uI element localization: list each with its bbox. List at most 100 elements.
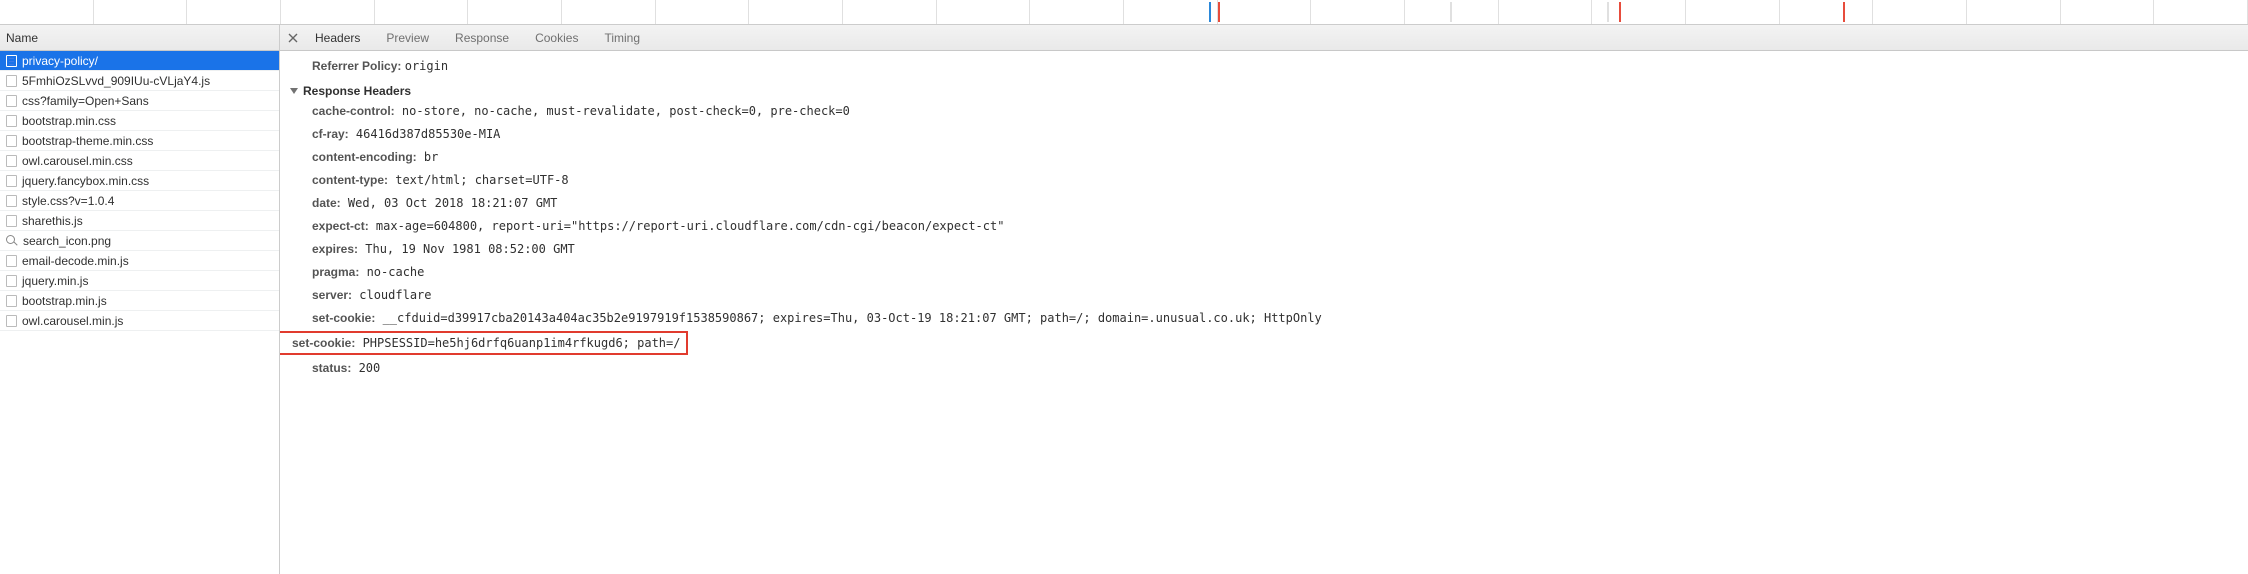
timeline-cell — [0, 0, 94, 24]
timeline-cell — [1686, 0, 1780, 24]
timeline-cell — [843, 0, 937, 24]
request-name: bootstrap.min.js — [22, 294, 107, 308]
header-row: status: 200 — [290, 357, 2238, 380]
request-row[interactable]: sharethis.js — [0, 211, 279, 231]
request-list[interactable]: privacy-policy/5FmhiOzSLvvd_909IUu-cVLja… — [0, 51, 279, 574]
request-row[interactable]: bootstrap.min.css — [0, 111, 279, 131]
timeline-cell — [1311, 0, 1405, 24]
request-row[interactable]: style.css?v=1.0.4 — [0, 191, 279, 211]
header-row: date: Wed, 03 Oct 2018 18:21:07 GMT — [290, 192, 2238, 215]
details-tabs: Headers Preview Response Cookies Timing — [280, 25, 2248, 51]
request-name: owl.carousel.min.js — [22, 314, 123, 328]
header-row: content-encoding: br — [290, 146, 2238, 169]
timeline-mark — [1450, 2, 1452, 22]
tab-timing[interactable]: Timing — [593, 25, 651, 51]
request-name: privacy-policy/ — [22, 54, 98, 68]
timeline-cell — [187, 0, 281, 24]
tab-headers[interactable]: Headers — [304, 25, 371, 51]
request-row[interactable]: privacy-policy/ — [0, 51, 279, 71]
request-row[interactable]: email-decode.min.js — [0, 251, 279, 271]
header-row: content-type: text/html; charset=UTF-8 — [290, 169, 2238, 192]
timeline-cell — [1218, 0, 1312, 24]
timeline-cell — [94, 0, 188, 24]
timeline-cell — [656, 0, 750, 24]
name-column-header[interactable]: Name — [0, 25, 279, 51]
header-name: status: — [312, 361, 351, 375]
file-icon — [6, 135, 17, 147]
header-row: expect-ct: max-age=604800, report-uri="h… — [290, 215, 2238, 238]
header-row: cf-ray: 46416d387d85530e-MIA — [290, 123, 2238, 146]
header-name: content-type: — [312, 173, 388, 187]
request-name: jquery.fancybox.min.css — [22, 174, 149, 188]
header-row: Referrer Policy: origin — [290, 55, 2238, 78]
file-icon — [6, 295, 17, 307]
request-name: css?family=Open+Sans — [22, 94, 149, 108]
timeline-cell — [1967, 0, 2061, 24]
header-value: br — [417, 150, 439, 164]
request-row[interactable]: owl.carousel.min.js — [0, 311, 279, 331]
request-row[interactable]: jquery.fancybox.min.css — [0, 171, 279, 191]
request-row[interactable]: jquery.min.js — [0, 271, 279, 291]
header-name: expires: — [312, 242, 358, 256]
timeline-mark — [1607, 2, 1609, 22]
request-name: bootstrap.min.css — [22, 114, 116, 128]
file-icon — [6, 195, 17, 207]
file-icon — [6, 55, 17, 67]
headers-content[interactable]: Referrer Policy: origin Response Headers… — [280, 51, 2248, 574]
timeline-cell — [1499, 0, 1593, 24]
header-value: no-store, no-cache, must-revalidate, pos… — [395, 104, 850, 118]
main-container: Name privacy-policy/5FmhiOzSLvvd_909IUu-… — [0, 25, 2248, 574]
timeline-mark — [1209, 2, 1211, 22]
timeline-cell — [2061, 0, 2155, 24]
header-value: __cfduid=d39917cba20143a404ac35b2e919791… — [375, 311, 1321, 325]
header-value: Wed, 03 Oct 2018 18:21:07 GMT — [341, 196, 558, 210]
request-row[interactable]: search_icon.png — [0, 231, 279, 251]
header-name: set-cookie: — [292, 336, 355, 350]
request-row[interactable]: owl.carousel.min.css — [0, 151, 279, 171]
header-value: text/html; charset=UTF-8 — [388, 173, 569, 187]
file-icon — [6, 215, 17, 227]
section-toggle[interactable]: Response Headers — [290, 82, 2238, 100]
header-name: pragma: — [312, 265, 359, 279]
timeline-cell — [749, 0, 843, 24]
header-value: PHPSESSID=he5hj6drfq6uanp1im4rfkugd6; pa… — [355, 336, 680, 350]
request-row[interactable]: bootstrap.min.js — [0, 291, 279, 311]
details-panel: Headers Preview Response Cookies Timing … — [280, 25, 2248, 574]
timeline-cell — [281, 0, 375, 24]
request-name: jquery.min.js — [22, 274, 88, 288]
tab-preview[interactable]: Preview — [375, 25, 440, 51]
header-value: max-age=604800, report-uri="https://repo… — [369, 219, 1005, 233]
network-timeline[interactable] — [0, 0, 2248, 25]
file-icon — [6, 155, 17, 167]
request-name: sharethis.js — [22, 214, 83, 228]
chevron-down-icon — [290, 88, 298, 94]
magnifier-icon — [6, 235, 18, 247]
request-name: email-decode.min.js — [22, 254, 129, 268]
tab-cookies[interactable]: Cookies — [524, 25, 589, 51]
timeline-cell — [937, 0, 1031, 24]
header-name: expect-ct: — [312, 219, 369, 233]
header-row: set-cookie: __cfduid=d39917cba20143a404a… — [290, 307, 2238, 330]
header-name: date: — [312, 196, 341, 210]
header-value: no-cache — [359, 265, 424, 279]
request-name: owl.carousel.min.css — [22, 154, 133, 168]
section-title-text: Response Headers — [303, 84, 411, 98]
request-name: search_icon.png — [23, 234, 111, 248]
file-icon — [6, 275, 17, 287]
file-icon — [6, 255, 17, 267]
tab-response[interactable]: Response — [444, 25, 520, 51]
header-name: Referrer Policy: — [312, 59, 401, 73]
file-icon — [6, 95, 17, 107]
timeline-cell — [1030, 0, 1124, 24]
header-row: expires: Thu, 19 Nov 1981 08:52:00 GMT — [290, 238, 2238, 261]
response-headers-section: Response Headers cache-control: no-store… — [290, 78, 2238, 384]
request-row[interactable]: 5FmhiOzSLvvd_909IUu-cVLjaY4.js — [0, 71, 279, 91]
header-value: 46416d387d85530e-MIA — [349, 127, 501, 141]
timeline-mark — [1619, 2, 1621, 22]
close-icon[interactable] — [286, 31, 300, 45]
request-row[interactable]: bootstrap-theme.min.css — [0, 131, 279, 151]
request-row[interactable]: css?family=Open+Sans — [0, 91, 279, 111]
request-name: style.css?v=1.0.4 — [22, 194, 114, 208]
timeline-cell — [2154, 0, 2248, 24]
header-name: server: — [312, 288, 352, 302]
